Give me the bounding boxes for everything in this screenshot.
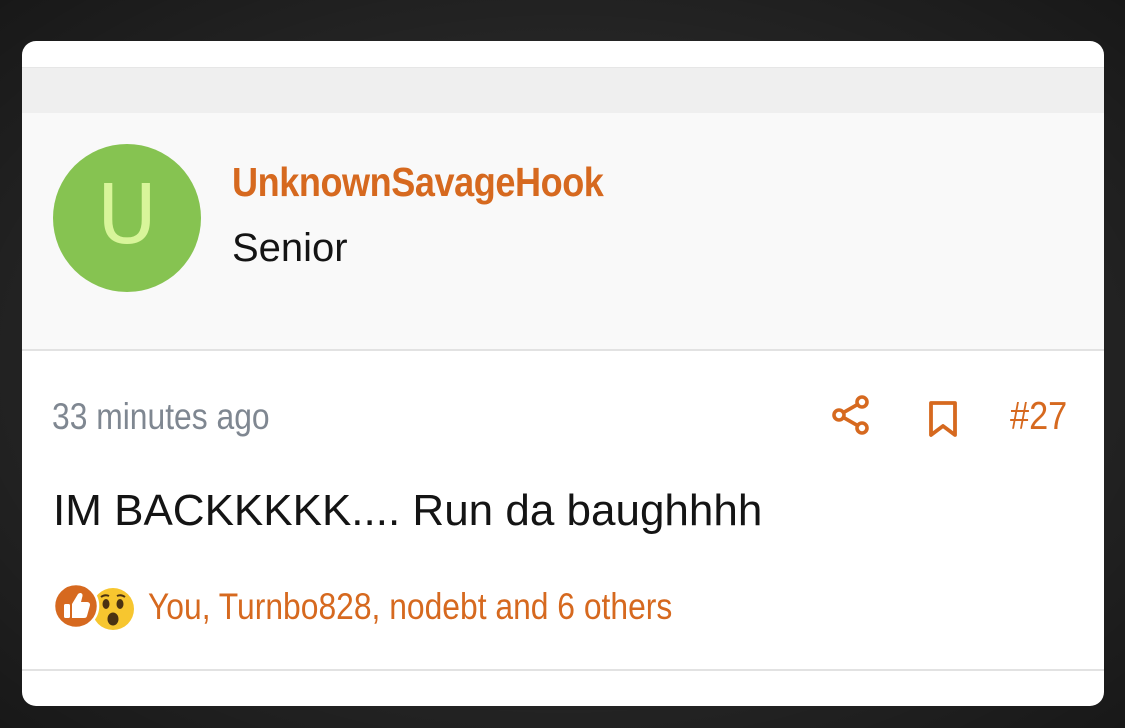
- avatar[interactable]: U: [53, 144, 201, 292]
- avatar-letter: U: [96, 168, 158, 263]
- reactions-summary-link[interactable]: You, Turnbo828, nodebt and 6 others: [148, 586, 672, 628]
- post-body: 33 minutes ago #27 IM BACKKKKK.... Run d…: [22, 351, 1104, 671]
- post-author-header: U UnknownSavageHook Senior: [22, 113, 1104, 351]
- top-divider-strip: [22, 67, 1104, 114]
- post-card: U UnknownSavageHook Senior 33 minutes ag…: [22, 41, 1104, 706]
- like-reaction-icon: [52, 582, 100, 630]
- post-number-link[interactable]: #27: [1010, 395, 1067, 439]
- reaction-icons: [52, 578, 138, 634]
- post-timestamp[interactable]: 33 minutes ago: [52, 396, 270, 438]
- username-link[interactable]: UnknownSavageHook: [232, 159, 604, 206]
- bookmark-icon[interactable]: [926, 400, 960, 438]
- user-title: Senior: [232, 226, 348, 270]
- reactions-bar[interactable]: You, Turnbo828, nodebt and 6 others: [52, 576, 758, 636]
- share-icon[interactable]: [832, 395, 870, 435]
- post-message: IM BACKKKKK.... Run da baughhhh: [53, 486, 763, 535]
